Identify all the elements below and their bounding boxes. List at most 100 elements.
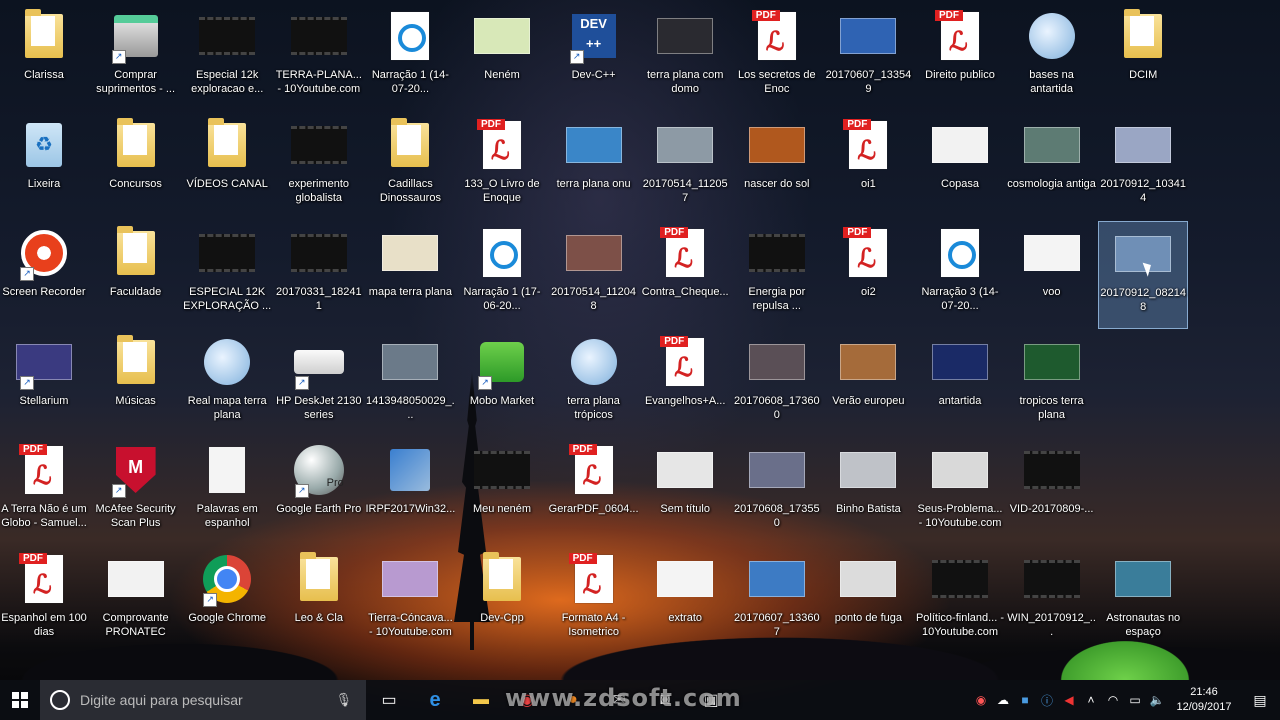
desktop-icon[interactable]: PDF ℒ Evangelhos+A... — [640, 330, 730, 438]
desktop-icon[interactable]: DCIM — [1098, 4, 1188, 112]
recorder-tray-icon[interactable]: ◉ — [970, 693, 992, 707]
desktop-icon[interactable]: PDF ℒ Direito publico — [915, 4, 1005, 112]
desktop-icon[interactable]: IRPF2017Win32... — [365, 438, 455, 546]
desktop-icon[interactable]: terra plana trópicos — [549, 330, 639, 438]
desktop-icon[interactable]: Palavras em espanhol — [182, 438, 272, 546]
desktop-icon[interactable]: TERRA-PLANA... - 10Youtube.com — [274, 4, 364, 112]
desktop-icon[interactable]: ESPECIAL 12K EXPLORAÇÃO ... — [182, 221, 272, 329]
desktop-icon[interactable]: tropicos terra plana — [1007, 330, 1097, 438]
desktop-icon[interactable]: experimento globalista — [274, 113, 364, 221]
onedrive-icon[interactable]: ☁ — [992, 693, 1014, 707]
desktop-icon[interactable]: nascer do sol — [732, 113, 822, 221]
desktop-icon[interactable]: Concursos — [91, 113, 181, 221]
desktop-icon[interactable]: Comprovante PRONATEC — [91, 547, 181, 655]
desktop-icon[interactable]: VID-20170809-... — [1007, 438, 1097, 546]
desktop-icon[interactable]: 20170608_173600 — [732, 330, 822, 438]
desktop-icon[interactable]: voo — [1007, 221, 1097, 329]
desktop-icon[interactable]: ♻ Lixeira — [0, 113, 89, 221]
desktop-icon[interactable]: Narração 1 (14-07-20... — [365, 4, 455, 112]
desktop-icon[interactable]: mapa terra plana — [365, 221, 455, 329]
desktop-icon[interactable]: ↗ Screen Recorder — [0, 221, 89, 329]
desktop-icon[interactable]: Sem título — [640, 438, 730, 546]
desktop-icon[interactable]: DEV ++ ↗ Dev-C++ — [549, 4, 639, 112]
desktop-icon[interactable]: PDF ℒ A Terra Não é um Globo - Samuel... — [0, 438, 89, 546]
desktop-icon[interactable]: Copasa — [915, 113, 1005, 221]
desktop-icon[interactable]: terra plana com domo — [640, 4, 730, 112]
desktop-icon[interactable]: ↗ Stellarium — [0, 330, 89, 438]
desktop-icon[interactable]: PDF ℒ GerarPDF_0604... — [549, 438, 639, 546]
desktop-icon[interactable]: Clarissa — [0, 4, 89, 112]
desktop-icon[interactable]: PDF ℒ 133_O Livro de Enoque — [457, 113, 547, 221]
taskbar-edge[interactable]: e — [412, 680, 458, 720]
icon-label: Google Chrome — [188, 611, 267, 624]
desktop-icon[interactable]: 20170607_133549 — [823, 4, 913, 112]
desktop-icon[interactable]: PDF ℒ oi2 — [823, 221, 913, 329]
desktop-icon[interactable]: 1413948050029_... — [365, 330, 455, 438]
desktop-icon[interactable]: 20170514_112057 — [640, 113, 730, 221]
desktop-icon[interactable]: Meu neném — [457, 438, 547, 546]
desktop-icon[interactable]: terra plana onu — [549, 113, 639, 221]
desktop-icon[interactable]: ponto de fuga — [823, 547, 913, 655]
image-file-icon — [840, 560, 897, 597]
start-button[interactable] — [0, 680, 40, 720]
desktop-icon[interactable]: Faculdade — [91, 221, 181, 329]
desktop-icon[interactable]: ↗ Comprar suprimentos - ... — [91, 4, 181, 112]
desktop-icon[interactable]: 20170514_112048 — [549, 221, 639, 329]
desktop-icon[interactable]: Músicas — [91, 330, 181, 438]
wifi-icon[interactable]: ◠ — [1102, 693, 1124, 707]
image-file-icon — [748, 343, 805, 380]
desktop-icon[interactable]: Neném — [457, 4, 547, 112]
desktop-icon[interactable]: PDF ℒ Espanhol em 100 dias — [0, 547, 89, 655]
desktop-icon[interactable]: Astronautas no espaço — [1098, 547, 1188, 655]
desktop-icon[interactable]: antartida — [915, 330, 1005, 438]
action-center-icon[interactable]: ▤ — [1240, 692, 1280, 709]
desktop-icon[interactable]: 20170912_082148 — [1098, 221, 1189, 329]
desktop-icon[interactable]: Político-finland... - 10Youtube.com — [915, 547, 1005, 655]
image-file-icon — [840, 343, 897, 380]
desktop-icon[interactable]: PDF ℒ oi1 — [823, 113, 913, 221]
clock[interactable]: 21:46 12/09/2017 — [1168, 685, 1240, 715]
info-icon[interactable]: ⓘ — [1036, 692, 1058, 709]
desktop-icon[interactable]: PDF ℒ Formato A4 - Isometrico — [549, 547, 639, 655]
desktop-icon[interactable]: Narração 1 (17-06-20... — [457, 221, 547, 329]
desktop-icon[interactable]: ↗ Mobo Market — [457, 330, 547, 438]
chevron-up-icon[interactable]: ˄ — [1080, 693, 1102, 707]
desktop-icon[interactable]: Cadillacs Dinossauros — [365, 113, 455, 221]
desktop-icon[interactable]: Narração 3 (14-07-20... — [915, 221, 1005, 329]
task-view-button[interactable]: ▭ — [366, 680, 412, 720]
desktop-icon[interactable]: 20170607_133607 — [732, 547, 822, 655]
desktop-icon[interactable]: cosmologia antiga — [1007, 113, 1097, 221]
icon-label: voo — [1042, 286, 1061, 298]
desktop-icon[interactable]: extrato — [640, 547, 730, 655]
desktop-icon[interactable]: ↗ HP DeskJet 2130 series — [274, 330, 364, 438]
mcafee-tray-icon[interactable]: ◀ — [1058, 693, 1080, 707]
microphone-icon[interactable]: 🎙 — [335, 692, 352, 708]
battery-icon[interactable]: ▭ — [1124, 693, 1146, 707]
desktop-icon[interactable]: Leo & Cla — [274, 547, 364, 655]
desktop-icon[interactable]: Binho Batista — [823, 438, 913, 546]
desktop-icon[interactable]: 20170912_103414 — [1098, 113, 1188, 221]
desktop-icon[interactable]: Seus-Problema... - 10Youtube.com — [915, 438, 1005, 546]
search-box[interactable]: Digite aqui para pesquisar 🎙 — [40, 680, 366, 720]
desktop-icon[interactable]: Verão europeu — [823, 330, 913, 438]
desktop-icon[interactable]: Especial 12k exploracao e... — [182, 4, 272, 112]
desktop-icon[interactable]: 20170331_182411 — [274, 221, 364, 329]
desktop-icon[interactable]: Tierra-Cóncava... - 10Youtube.com — [365, 547, 455, 655]
desktop-icon[interactable]: Real mapa terra plana — [182, 330, 272, 438]
desktop-icon[interactable]: WIN_20170912_... — [1007, 547, 1097, 655]
desktop-icon[interactable]: ↗ Google Chrome — [182, 547, 272, 655]
desktop-icon[interactable]: Dev-Cpp — [457, 547, 547, 655]
volume-icon[interactable]: 🔈 — [1146, 693, 1168, 707]
desktop-icon[interactable]: PDF ℒ Los secretos de Enoc — [732, 4, 822, 112]
desktop-icon[interactable]: 20170608_173550 — [732, 438, 822, 546]
icon-thumbnail — [199, 117, 255, 173]
icon-thumbnail: ↗ — [291, 334, 347, 390]
desktop-icon[interactable]: Pro ↗ Google Earth Pro — [274, 438, 364, 546]
desktop-icon[interactable]: VÍDEOS CANAL — [182, 113, 272, 221]
taskbar-file-explorer[interactable]: ▬ — [458, 680, 504, 720]
desktop-icon[interactable]: PDF ℒ Contra_Cheque... — [640, 221, 730, 329]
app-tray-icon[interactable]: ■ — [1014, 693, 1036, 707]
desktop-icon[interactable]: Energia por repulsa ... — [732, 221, 822, 329]
desktop-icon[interactable]: M ↗ McAfee Security Scan Plus — [91, 438, 181, 546]
desktop-icon[interactable]: bases na antartida — [1007, 4, 1097, 112]
